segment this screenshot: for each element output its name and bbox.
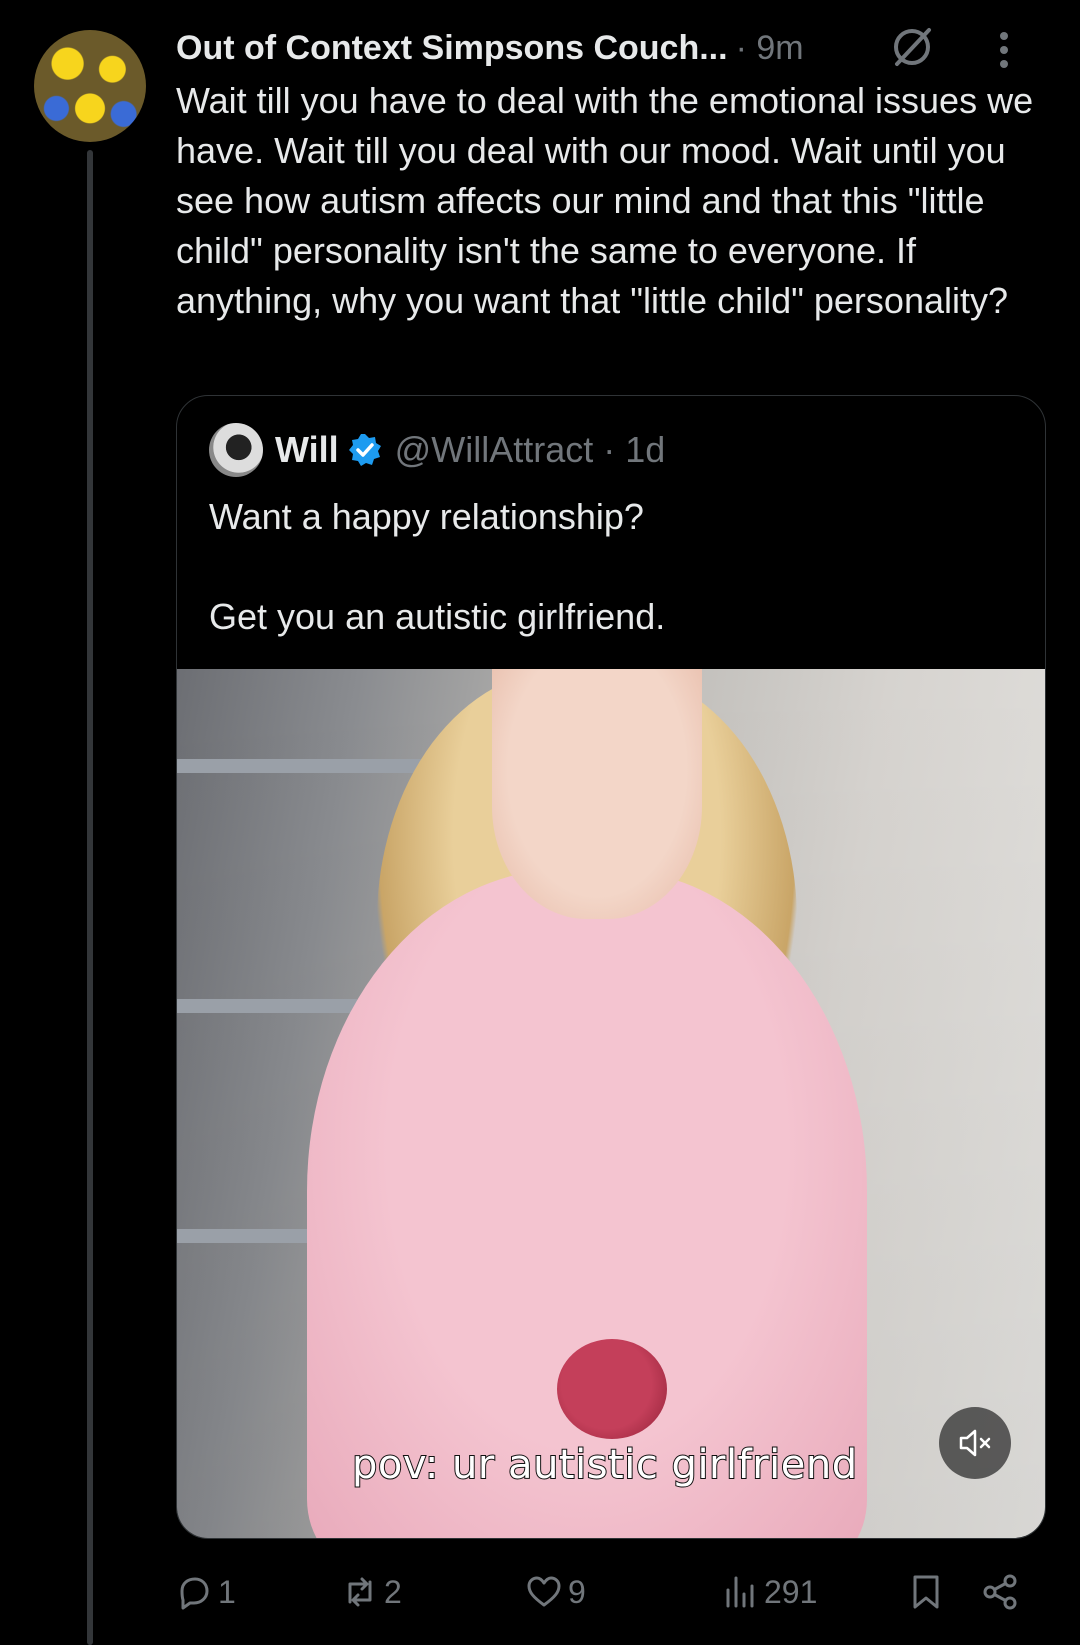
views-icon: [726, 1576, 754, 1608]
video-object-bowl: [557, 1339, 667, 1439]
views-button[interactable]: 291: [720, 1565, 817, 1619]
like-count: 9: [568, 1573, 586, 1610]
video-caption: pov: ur autistic girlfriend: [351, 1441, 858, 1489]
share-icon: [983, 1574, 1017, 1610]
more-vertical-icon[interactable]: [998, 30, 1010, 70]
share-button[interactable]: [980, 1565, 1020, 1619]
author-name[interactable]: Out of Context Simpsons Couch...: [176, 29, 728, 68]
like-button[interactable]: 9: [524, 1565, 586, 1619]
mute-button[interactable]: [939, 1407, 1011, 1479]
post-header: Out of Context Simpsons Couch... · 9m: [176, 22, 1060, 74]
reply-count: 1: [218, 1573, 236, 1610]
heart-icon: [527, 1576, 561, 1607]
bookmark-button[interactable]: [906, 1565, 946, 1619]
quoted-author-handle[interactable]: @WillAttract · 1d: [395, 429, 666, 471]
grok-icon[interactable]: [889, 24, 935, 70]
store-shelf: [177, 759, 427, 773]
post-text: Wait till you have to deal with the emot…: [176, 80, 1044, 321]
bookmark-icon: [913, 1575, 939, 1609]
quoted-author-name[interactable]: Will: [275, 429, 339, 471]
repost-icon: [348, 1577, 372, 1607]
reply-icon: [180, 1577, 209, 1610]
views-count: 291: [764, 1573, 818, 1610]
post-actions: 1 2 9 291: [168, 1565, 1048, 1619]
store-shelf: [177, 999, 357, 1013]
video-subject-face: [492, 669, 702, 919]
repost-count: 2: [384, 1573, 402, 1610]
quoted-post-text: Want a happy relationship? Get you an au…: [209, 496, 666, 637]
reply-button[interactable]: 1: [174, 1565, 236, 1619]
quoted-post[interactable]: Will @WillAttract · 1d Want a happy rela…: [176, 395, 1046, 1539]
video-subject-body: [307, 869, 867, 1538]
repost-button[interactable]: 2: [340, 1565, 402, 1619]
quoted-author-avatar[interactable]: [209, 423, 263, 477]
thread-line: [87, 150, 93, 1645]
volume-muted-icon: [959, 1429, 991, 1457]
post-time[interactable]: · 9m: [736, 29, 804, 68]
author-avatar[interactable]: [34, 30, 146, 142]
verified-badge-icon: [348, 434, 381, 466]
quoted-post-header: Will @WillAttract · 1d: [209, 422, 665, 478]
video-player[interactable]: pov: ur autistic girlfriend: [177, 669, 1045, 1538]
